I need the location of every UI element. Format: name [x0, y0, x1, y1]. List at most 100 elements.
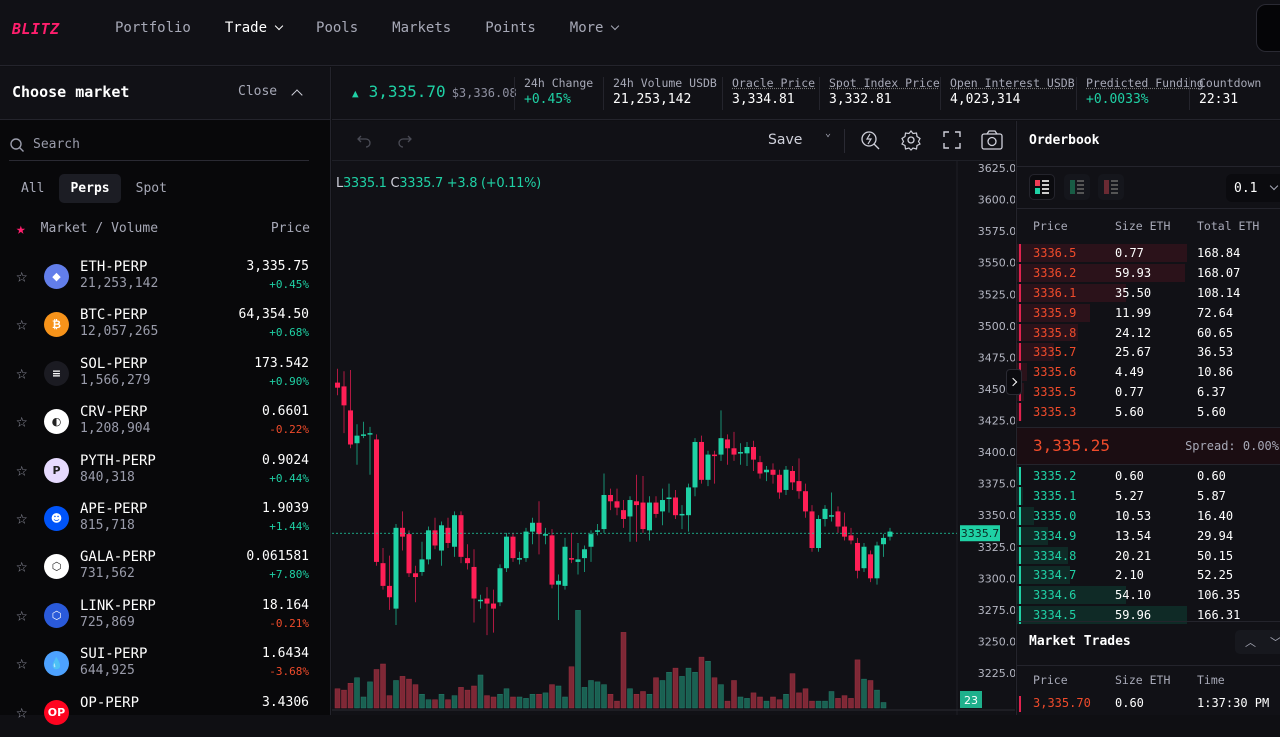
last-price: 3,335.70 [368, 82, 446, 101]
candle-body [556, 580, 561, 585]
market-selector-header: Choose market Close [0, 67, 330, 120]
volume-bar [347, 683, 354, 709]
stat-oracle-price[interactable]: Oracle Price 3,334.81 [732, 76, 815, 107]
nav-item-markets[interactable]: Markets [392, 20, 451, 36]
chevron-down-icon [1270, 181, 1279, 191]
ask-row[interactable]: 3336.1 35.50 108.14 [1017, 283, 1280, 303]
bid-row[interactable]: 3335.1 5.27 5.87 [1017, 486, 1280, 506]
stat-label: Open Interest USDB [950, 76, 1075, 90]
market-row[interactable]: ☆ ≡ SOL-PERP 1,566,279 173.542 +0.90% [0, 350, 331, 398]
redo-icon[interactable] [397, 133, 413, 149]
bid-row[interactable]: 3334.9 13.54 29.94 [1017, 526, 1280, 546]
nav-item-pools[interactable]: Pools [316, 20, 358, 36]
favorite-star-icon[interactable]: ☆ [16, 604, 27, 626]
ask-row[interactable]: 3335.3 5.60 5.60 [1017, 402, 1280, 422]
screenshot-camera-icon[interactable] [980, 129, 1004, 151]
save-button[interactable]: Save [768, 132, 802, 148]
favorite-star-icon[interactable]: ☆ [16, 265, 27, 287]
volume-bar [503, 688, 510, 709]
search-input[interactable] [33, 137, 293, 152]
favorite-star-icon[interactable]: ☆ [16, 507, 27, 529]
bid-row[interactable]: 3335.0 10.53 16.40 [1017, 506, 1280, 526]
favorite-star-icon[interactable]: ☆ [16, 313, 27, 335]
market-volume: 840,318 [80, 469, 135, 485]
stat-predicted-funding[interactable]: Predicted Funding +0.0033% [1086, 76, 1204, 107]
volume-bar [841, 695, 848, 709]
volume-bar [529, 694, 536, 709]
favorite-star-icon[interactable]: ☆ [16, 362, 27, 384]
ask-row[interactable]: 3336.2 59.93 168.07 [1017, 263, 1280, 283]
price-chart[interactable]: Save ⌄ L3335.1 C3335.7 +3.8 (+0.11%) 362… [332, 121, 1015, 715]
market-row[interactable]: ☆ OP OP-PERP 3.4306 [0, 689, 331, 737]
favorites-star-icon[interactable]: ★ [16, 219, 26, 238]
favorite-star-icon[interactable]: ☆ [16, 459, 27, 481]
stat-open-interest-usdb[interactable]: Open Interest USDB 4,023,314 [950, 76, 1075, 107]
market-row[interactable]: ☆ P PYTH-PERP 840,318 0.9024 +0.44% [0, 447, 331, 495]
bid-row[interactable]: 3334.8 20.21 50.15 [1017, 546, 1280, 566]
view-asks-button[interactable] [1098, 174, 1124, 200]
crv-icon: ◐ [44, 409, 69, 435]
market-row[interactable]: ☆ ₿ BTC-PERP 12,057,265 64,354.50 +0.68% [0, 301, 331, 349]
y-tick-label: 3275.0 [978, 604, 1015, 617]
ask-row[interactable]: 3336.5 0.77 168.84 [1017, 243, 1280, 263]
view-bids-button[interactable] [1064, 174, 1090, 200]
ask-row[interactable]: 3335.6 4.49 10.86 [1017, 362, 1280, 382]
settings-gear-icon[interactable] [900, 129, 922, 151]
favorite-star-icon[interactable]: ☆ [16, 555, 27, 577]
candle-body [744, 447, 750, 454]
nav-item-points[interactable]: Points [485, 20, 536, 36]
volume-bar [802, 688, 809, 709]
favorite-star-icon[interactable]: ☆ [16, 701, 27, 723]
view-both-button[interactable] [1029, 174, 1055, 200]
chevron-down-icon[interactable]: ﹀ [1270, 634, 1280, 650]
market-trades-toggle[interactable]: ︿ ﹀ [1235, 630, 1280, 654]
bid-price: 3335.0 [1033, 508, 1077, 523]
candlestick-chart-canvas[interactable]: 3625.0 3600.0 3575.0 3550.0 3525.0 3500.0 3475… [332, 161, 1015, 715]
wallet-button[interactable] [1256, 4, 1280, 52]
chevron-up-icon[interactable]: ︿ [1245, 634, 1256, 650]
close-button[interactable]: Close [238, 84, 303, 101]
tab-perps[interactable]: Perps [59, 174, 121, 203]
collapse-orderbook-button[interactable] [1006, 369, 1022, 395]
tick-size-select[interactable]: 0.1 [1226, 174, 1280, 202]
ask-row[interactable]: 3335.8 24.12 60.65 [1017, 323, 1280, 343]
market-row[interactable]: ☆ ◐ CRV-PERP 1,208,904 0.6601 -0.22% [0, 398, 331, 446]
y-tick-label: 3225.0 [978, 667, 1015, 680]
market-row[interactable]: ☆ ◆ ETH-PERP 21,253,142 3,335.75 +0.45% [0, 253, 331, 301]
undo-icon[interactable] [356, 133, 372, 149]
nav-item-portfolio[interactable]: Portfolio [115, 20, 191, 36]
ask-row[interactable]: 3335.9 11.99 72.64 [1017, 303, 1280, 323]
market-row[interactable]: ☆ ⬡ GALA-PERP 731,562 0.061581 +7.80% [0, 543, 331, 591]
bid-row[interactable]: 3334.6 54.10 106.35 [1017, 585, 1280, 605]
volume-bar [406, 678, 412, 709]
blitz-logo[interactable]: BLITZ [12, 20, 60, 38]
nav-item-trade[interactable]: Trade [225, 20, 284, 36]
market-name: PYTH-PERP [80, 452, 156, 469]
ask-total: 5.60 [1197, 405, 1226, 420]
search-box [9, 129, 309, 161]
market-row[interactable]: ☆ 💧 SUI-PERP 644,925 1.6434 -3.68% [0, 640, 331, 688]
last-price-block: ▲ 3,335.70 $3,336.08 [352, 82, 517, 101]
volume-bar [575, 610, 581, 709]
asks-list: 3336.5 0.77 168.84 3336.2 59.93 168.07 3… [1017, 243, 1280, 422]
market-row[interactable]: ☆ ⬡ LINK-PERP 725,869 18.164 -0.21% [0, 592, 331, 640]
candle-body [705, 454, 711, 480]
volume-bar [828, 691, 835, 709]
bid-row[interactable]: 3335.2 0.60 0.60 [1017, 466, 1280, 486]
volume-bar [367, 681, 373, 709]
stat-spot-index-price[interactable]: Spot Index Price 3,332.81 [829, 76, 940, 107]
favorite-star-icon[interactable]: ☆ [16, 652, 27, 674]
fullscreen-icon[interactable] [942, 130, 962, 150]
save-dropdown-chevron-icon[interactable]: ⌄ [825, 128, 831, 139]
nav-item-label: More [569, 20, 604, 36]
nav-item-label: Pools [316, 20, 359, 36]
market-row[interactable]: ☆ ☻ APE-PERP 815,718 1.9039 +1.44% [0, 495, 331, 543]
bid-row[interactable]: 3334.7 2.10 52.25 [1017, 565, 1280, 585]
favorite-star-icon[interactable]: ☆ [16, 410, 27, 432]
tab-spot[interactable]: Spot [125, 174, 178, 203]
quick-search-icon[interactable] [860, 129, 882, 151]
nav-item-more[interactable]: More [569, 20, 620, 36]
ask-row[interactable]: 3335.7 25.67 36.53 [1017, 342, 1280, 362]
ask-row[interactable]: 3335.5 0.77 6.37 [1017, 382, 1280, 402]
tab-all[interactable]: All [10, 174, 55, 203]
